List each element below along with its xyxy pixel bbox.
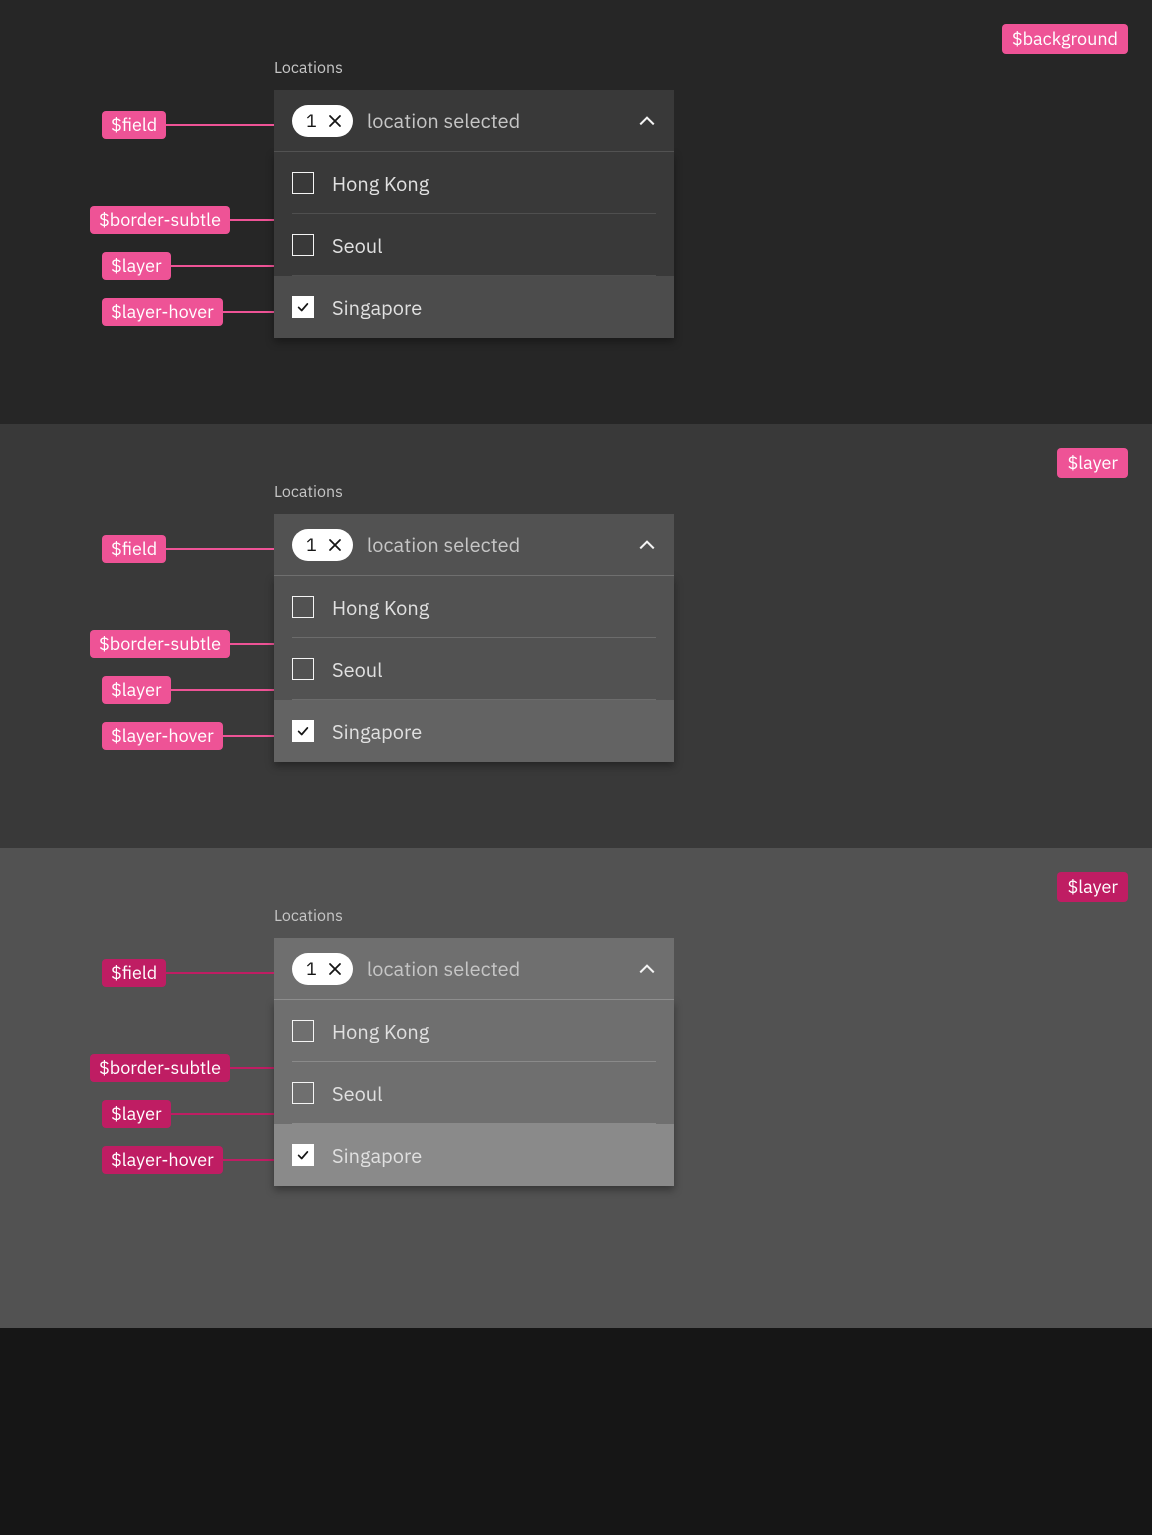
dropdown-option-label: Hong Kong	[332, 1018, 429, 1045]
corner-token-tag: $layer	[1057, 872, 1128, 902]
token-stage: $background $field $border-subtle $layer $la…	[0, 0, 1152, 424]
checkbox-icon[interactable]	[292, 234, 314, 256]
dropdown-option[interactable]: Seoul	[274, 214, 674, 276]
annotation-field: $field	[102, 111, 290, 139]
dropdown-menu: Hong Kong Seoul Singapore	[274, 152, 674, 338]
dropdown-field-text: location selected	[367, 955, 638, 982]
annotation-tag: $field	[102, 535, 166, 563]
dropdown-option-label: Seoul	[332, 656, 383, 683]
chevron-up-icon	[638, 960, 656, 978]
dropdown-label: Locations	[274, 906, 674, 926]
annotation-tag: $field	[102, 111, 166, 139]
annotation-layer-hover: $layer-hover	[102, 1146, 293, 1174]
token-stage: $layer $field $border-subtle $layer $layer-h…	[0, 424, 1152, 848]
annotation-line	[166, 548, 281, 550]
dropdown-field[interactable]: 1 location selected	[274, 514, 674, 576]
dropdown-option-label: Hong Kong	[332, 594, 429, 621]
dropdown-label: Locations	[274, 482, 674, 502]
chevron-up-icon	[638, 112, 656, 130]
annotation-layer-hover: $layer-hover	[102, 722, 293, 750]
checkbox-icon[interactable]	[292, 658, 314, 680]
annotation-field: $field	[102, 959, 290, 987]
dropdown-field[interactable]: 1 location selected	[274, 90, 674, 152]
checkbox-icon[interactable]	[292, 596, 314, 618]
annotation-tag: $layer-hover	[102, 1146, 223, 1174]
multiselect-dropdown: Locations 1 location selected Hong Kong Seou…	[274, 482, 674, 762]
annotation-tag: $field	[102, 959, 166, 987]
dropdown-option-label: Singapore	[332, 718, 422, 745]
dropdown-field-text: location selected	[367, 107, 638, 134]
annotation-tag: $border-subtle	[90, 630, 230, 658]
dropdown-option-label: Seoul	[332, 1080, 383, 1107]
dropdown-menu: Hong Kong Seoul Singapore	[274, 576, 674, 762]
dropdown-option[interactable]: Hong Kong	[274, 576, 674, 638]
dropdown-field[interactable]: 1 location selected	[274, 938, 674, 1000]
dropdown-menu: Hong Kong Seoul Singapore	[274, 1000, 674, 1186]
annotation-tag: $layer	[102, 676, 171, 704]
selection-count-tag[interactable]: 1	[292, 529, 353, 561]
dropdown-label: Locations	[274, 58, 674, 78]
annotation-line	[171, 1113, 286, 1115]
annotation-tag: $layer-hover	[102, 298, 223, 326]
selection-count: 1	[306, 533, 317, 556]
checkbox-icon[interactable]	[292, 1020, 314, 1042]
dropdown-option[interactable]: Seoul	[274, 1062, 674, 1124]
selection-count: 1	[306, 957, 317, 980]
annotation-tag: $layer	[102, 252, 171, 280]
checkbox-icon[interactable]	[292, 1082, 314, 1104]
annotation-tag: $border-subtle	[90, 206, 230, 234]
annotation-layer: $layer	[102, 252, 295, 280]
multiselect-dropdown: Locations 1 location selected Hong Kong Seou…	[274, 58, 674, 338]
annotation-line	[166, 972, 281, 974]
checkbox-icon[interactable]	[292, 172, 314, 194]
checkbox-checked-icon[interactable]	[292, 296, 314, 318]
multiselect-dropdown: Locations 1 location selected Hong Kong Seou…	[274, 906, 674, 1186]
checkbox-checked-icon[interactable]	[292, 1144, 314, 1166]
dropdown-field-text: location selected	[367, 531, 638, 558]
dropdown-option[interactable]: Hong Kong	[274, 1000, 674, 1062]
checkbox-checked-icon[interactable]	[292, 720, 314, 742]
chevron-up-icon	[638, 536, 656, 554]
selection-count: 1	[306, 109, 317, 132]
annotation-tag: $border-subtle	[90, 1054, 230, 1082]
annotation-layer: $layer	[102, 1100, 295, 1128]
dropdown-option[interactable]: Singapore	[274, 276, 674, 338]
close-icon[interactable]	[327, 113, 343, 129]
corner-token-tag: $background	[1002, 24, 1128, 54]
selection-count-tag[interactable]: 1	[292, 105, 353, 137]
dropdown-option-label: Hong Kong	[332, 170, 429, 197]
annotation-tag: $layer	[102, 1100, 171, 1128]
annotation-line	[171, 265, 286, 267]
dropdown-option[interactable]: Seoul	[274, 638, 674, 700]
close-icon[interactable]	[327, 961, 343, 977]
dropdown-option[interactable]: Hong Kong	[274, 152, 674, 214]
annotation-tag: $layer-hover	[102, 722, 223, 750]
dropdown-option[interactable]: Singapore	[274, 700, 674, 762]
dropdown-option[interactable]: Singapore	[274, 1124, 674, 1186]
annotation-layer-hover: $layer-hover	[102, 298, 293, 326]
dropdown-option-label: Singapore	[332, 294, 422, 321]
corner-token-tag: $layer	[1057, 448, 1128, 478]
annotation-layer: $layer	[102, 676, 295, 704]
dropdown-option-label: Singapore	[332, 1142, 422, 1169]
annotation-field: $field	[102, 535, 290, 563]
selection-count-tag[interactable]: 1	[292, 953, 353, 985]
annotation-line	[171, 689, 286, 691]
annotation-line	[166, 124, 281, 126]
close-icon[interactable]	[327, 537, 343, 553]
dropdown-option-label: Seoul	[332, 232, 383, 259]
token-stage: $layer $field $border-subtle $layer $layer-h…	[0, 848, 1152, 1328]
